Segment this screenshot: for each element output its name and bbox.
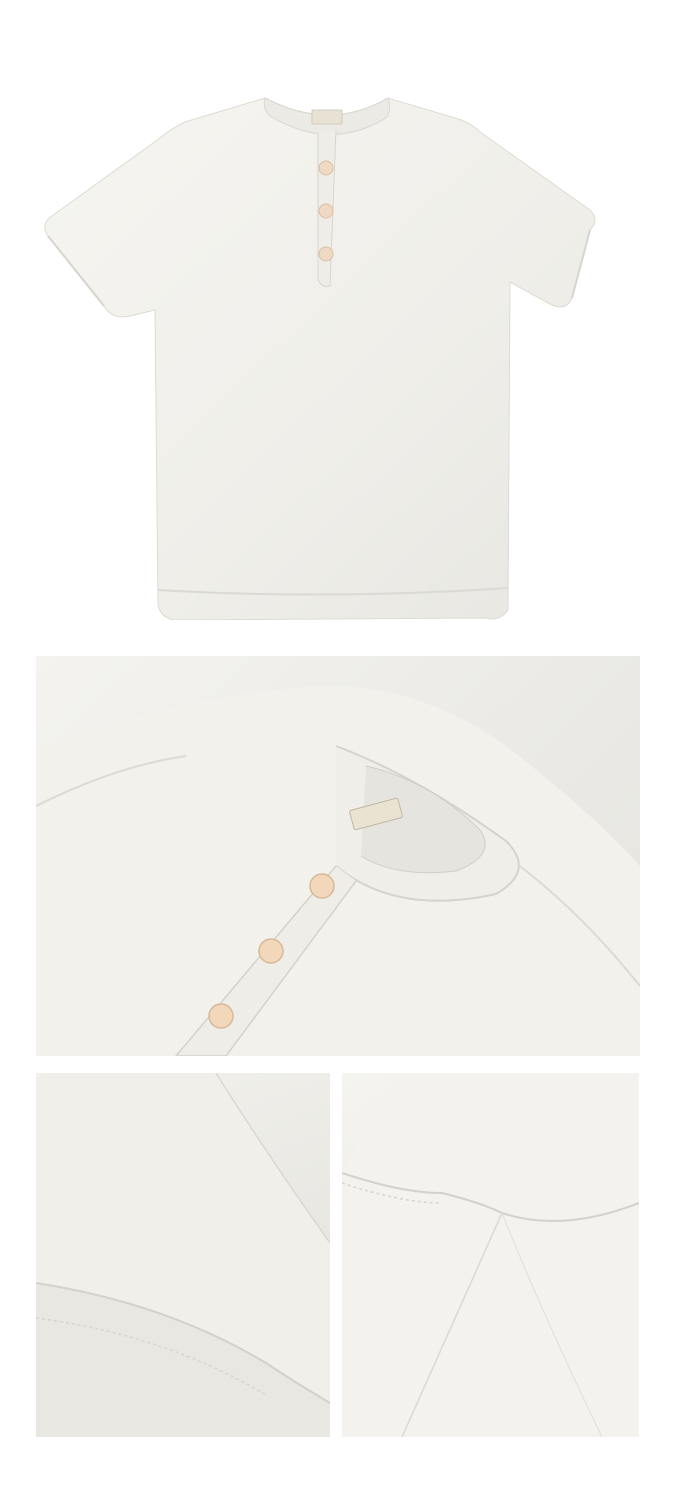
button-icon xyxy=(318,160,334,176)
sleeve-hem-detail-photo xyxy=(36,1073,330,1437)
button-icon xyxy=(208,1003,234,1029)
button-icon xyxy=(258,938,284,964)
underarm-seam-closeup-icon xyxy=(342,1073,639,1437)
tshirt-front-icon xyxy=(44,97,596,620)
hero-photo xyxy=(0,70,675,620)
button-icon xyxy=(318,246,334,262)
button-icon xyxy=(318,203,334,219)
underarm-seam-detail-photo xyxy=(342,1073,639,1437)
sleeve-hem-closeup-icon xyxy=(36,1073,330,1437)
button-icon xyxy=(309,873,335,899)
collar-detail-photo xyxy=(36,656,640,1056)
collar-closeup-icon xyxy=(36,685,640,1056)
